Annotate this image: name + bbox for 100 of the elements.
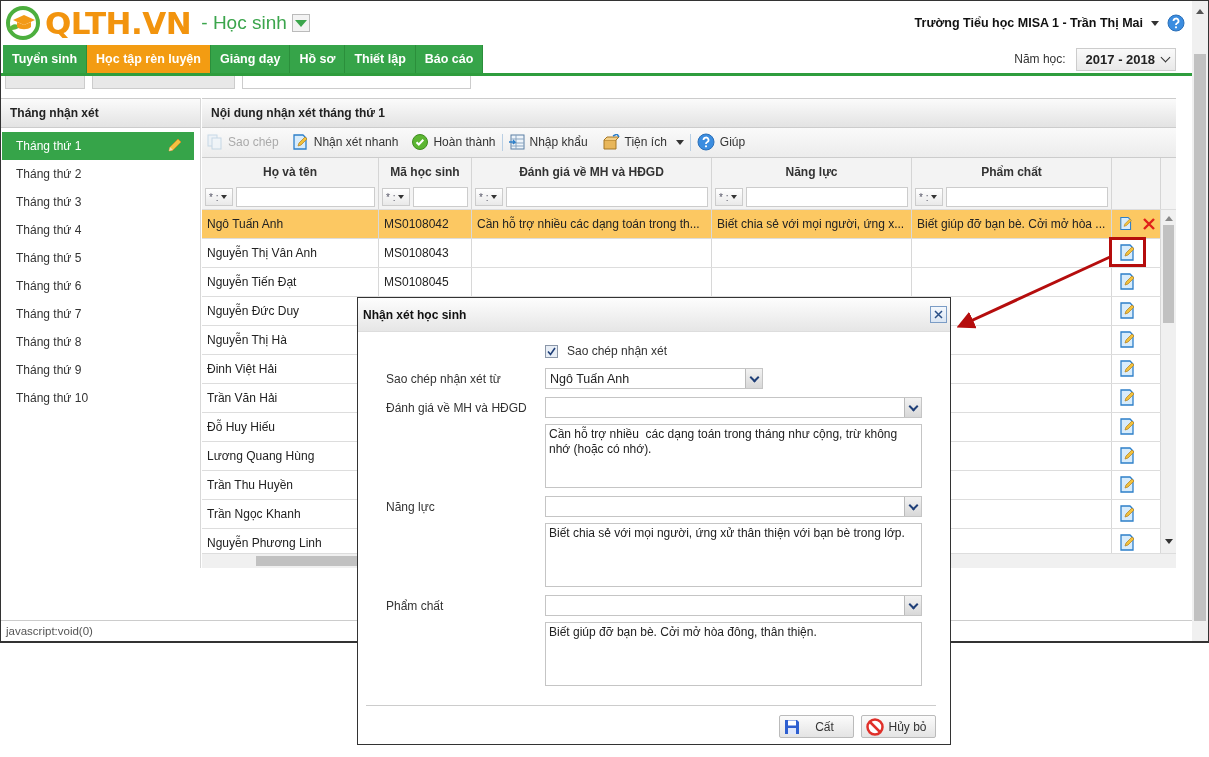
table-cell: Trần Ngọc Khanh: [207, 506, 301, 521]
table-cell: Trần Văn Hải: [207, 390, 278, 405]
module-title: - Học sinh: [201, 12, 287, 34]
month-item[interactable]: Tháng thứ 9: [2, 356, 194, 384]
table-cell: Lương Quang Hùng: [207, 448, 315, 463]
comment-textarea[interactable]: Cần hỗ trợ nhiều các dạng toán trong tháng như cộng, trừ không nhớ (hoặc có nhớ).: [545, 424, 922, 488]
delete-icon[interactable]: [1143, 217, 1155, 230]
table-cell: MS0108045: [384, 274, 449, 289]
table-cell: Biết chia sẻ với mọi người, ứng x...: [717, 216, 905, 231]
cancel-icon: [866, 717, 884, 736]
filter-field[interactable]: [413, 187, 468, 208]
edit-icon[interactable]: [1120, 273, 1136, 291]
filter-field[interactable]: [946, 187, 1108, 208]
month-item[interactable]: Tháng thứ 2: [2, 160, 194, 188]
filter-operator[interactable]: * :: [205, 188, 233, 207]
page-scrollbar[interactable]: [1192, 1, 1208, 641]
select-field[interactable]: Ngô Tuấn Anh: [545, 368, 763, 389]
edit-icon[interactable]: [1120, 534, 1136, 552]
edit-icon[interactable]: [1120, 360, 1136, 378]
panel-header: Nội dung nhận xét tháng thứ 1: [202, 98, 1176, 128]
select-field[interactable]: [545, 595, 922, 616]
month-item[interactable]: Tháng thứ 7: [2, 300, 194, 328]
month-item[interactable]: Tháng thứ 4: [2, 216, 194, 244]
edit-icon[interactable]: [1120, 215, 1133, 233]
highlight-frame: [1109, 237, 1146, 267]
toolbar-button[interactable]: Hoàn thành: [412, 134, 496, 151]
column-header[interactable]: Đánh giá về MH và HĐGD: [472, 157, 712, 186]
toolbar-button[interactable]: Nhận xét nhanh: [292, 134, 399, 151]
checkbox-label[interactable]: Sao chép nhận xét: [567, 344, 668, 358]
month-item[interactable]: Tháng thứ 5: [2, 244, 194, 272]
month-item[interactable]: Tháng thứ 3: [2, 188, 194, 216]
column-header[interactable]: Năng lực: [712, 157, 912, 186]
column-header[interactable]: Họ và tên: [202, 157, 379, 186]
table-cell: Nguyễn Đức Duy: [207, 303, 300, 318]
school-year-select[interactable]: 2017 - 2018: [1075, 47, 1176, 71]
table-cell: Biết giúp đỡ bạn bè. Cởi mở hòa ...: [917, 216, 1106, 231]
field-label: Năng lực: [386, 499, 436, 514]
panel-header: Tháng nhận xét: [1, 98, 200, 128]
table-cell: Nguyễn Thị Hà: [207, 332, 287, 347]
table-cell: Nguyễn Phương Linh: [207, 535, 322, 550]
check-circle-icon[interactable]: [412, 134, 429, 151]
table-cell: Đinh Việt Hải: [207, 361, 277, 376]
field-label: Phẩm chất: [386, 598, 445, 613]
column-header[interactable]: Mã học sinh: [379, 157, 472, 186]
filter-field[interactable]: [506, 187, 708, 208]
import-table-icon[interactable]: [508, 134, 525, 151]
logo-icon[interactable]: [5, 5, 41, 41]
table-cell: Nguyễn Tiến Đạt: [207, 274, 297, 289]
checkbox[interactable]: [545, 344, 558, 358]
save-icon: [784, 718, 800, 735]
month-item[interactable]: Tháng thứ 10: [2, 384, 194, 412]
filter-field[interactable]: [236, 187, 375, 208]
filter-operator[interactable]: * :: [915, 188, 943, 207]
toolbar-button[interactable]: Nhập khẩu: [508, 134, 588, 151]
edit-icon[interactable]: [1120, 389, 1136, 407]
filter-operator[interactable]: * :: [475, 188, 503, 207]
student-row[interactable]: Nguyễn Tiến Đạt MS0108045: [202, 267, 1161, 297]
filter-operator[interactable]: * :: [715, 188, 743, 207]
edit-icon[interactable]: [1120, 447, 1136, 465]
select-field[interactable]: [545, 397, 922, 418]
close-icon[interactable]: [930, 306, 947, 323]
note-edit-icon[interactable]: [292, 134, 309, 151]
edit-icon[interactable]: [1120, 331, 1136, 349]
sub-tab[interactable]: [242, 76, 471, 89]
table-cell: Nguyễn Thị Vân Anh: [207, 245, 317, 260]
pencil-icon[interactable]: [166, 138, 182, 154]
comment-textarea[interactable]: Biết giúp đỡ bạn bè. Cởi mở hòa đông, thân thiện.: [545, 622, 922, 686]
edit-icon[interactable]: [1120, 418, 1136, 436]
filter-operator[interactable]: * :: [382, 188, 410, 207]
scrollbar[interactable]: [1161, 209, 1176, 554]
field-label: Đánh giá về MH và HĐGD: [386, 400, 528, 415]
table-cell: Trần Thu Huyền: [207, 477, 294, 492]
table-cell: Ngô Tuấn Anh: [207, 216, 284, 231]
table-cell: MS0108042: [384, 216, 449, 231]
table-cell: Đỗ Huy Hiếu: [207, 419, 276, 434]
help-icon[interactable]: [1167, 14, 1185, 32]
edit-icon[interactable]: [1120, 505, 1136, 523]
module-dropdown-icon[interactable]: [291, 14, 310, 32]
field-label: Sao chép nhận xét từ: [386, 371, 502, 386]
edit-icon[interactable]: [1120, 244, 1136, 262]
comment-textarea[interactable]: Biết chia sẻ với mọi người, ứng xử thân thiện với bạn bè trong lớp.: [545, 523, 922, 587]
filter-field[interactable]: [746, 187, 908, 208]
edit-icon[interactable]: [1120, 302, 1136, 320]
dialog-button[interactable]: Cất: [779, 715, 854, 738]
toolbar-button[interactable]: Tiện ích: [601, 134, 684, 151]
student-row[interactable]: Nguyễn Thị Vân Anh MS0108043: [202, 238, 1161, 268]
toolbar-button[interactable]: Giúp: [696, 133, 746, 152]
month-item[interactable]: Tháng thứ 8: [2, 328, 194, 356]
dialog-title: Nhận xét học sinh: [363, 307, 467, 322]
select-field[interactable]: [545, 496, 922, 517]
user-menu[interactable]: Trường Tiểu học MISA 1 - Trần Thị Mai: [914, 16, 1159, 30]
table-cell: MS0108043: [384, 245, 449, 260]
student-row[interactable]: Ngô Tuấn Anh MS0108042 Cần hỗ trợ nhiều các dạng toán trong th... Biết chia sẻ với mọi người, ứng x... Biết giúp đỡ bạn bè. Cởi mở hòa ...: [202, 209, 1161, 239]
help-icon[interactable]: [696, 133, 715, 152]
month-item[interactable]: Tháng thứ 6: [2, 272, 194, 300]
table-cell: Cần hỗ trợ nhiều các dạng toán trong th...: [477, 216, 700, 231]
dialog-button[interactable]: Hủy bỏ: [861, 715, 936, 738]
toolbox-icon[interactable]: [601, 134, 620, 151]
edit-icon[interactable]: [1120, 476, 1136, 494]
column-header[interactable]: Phẩm chất: [912, 157, 1112, 186]
